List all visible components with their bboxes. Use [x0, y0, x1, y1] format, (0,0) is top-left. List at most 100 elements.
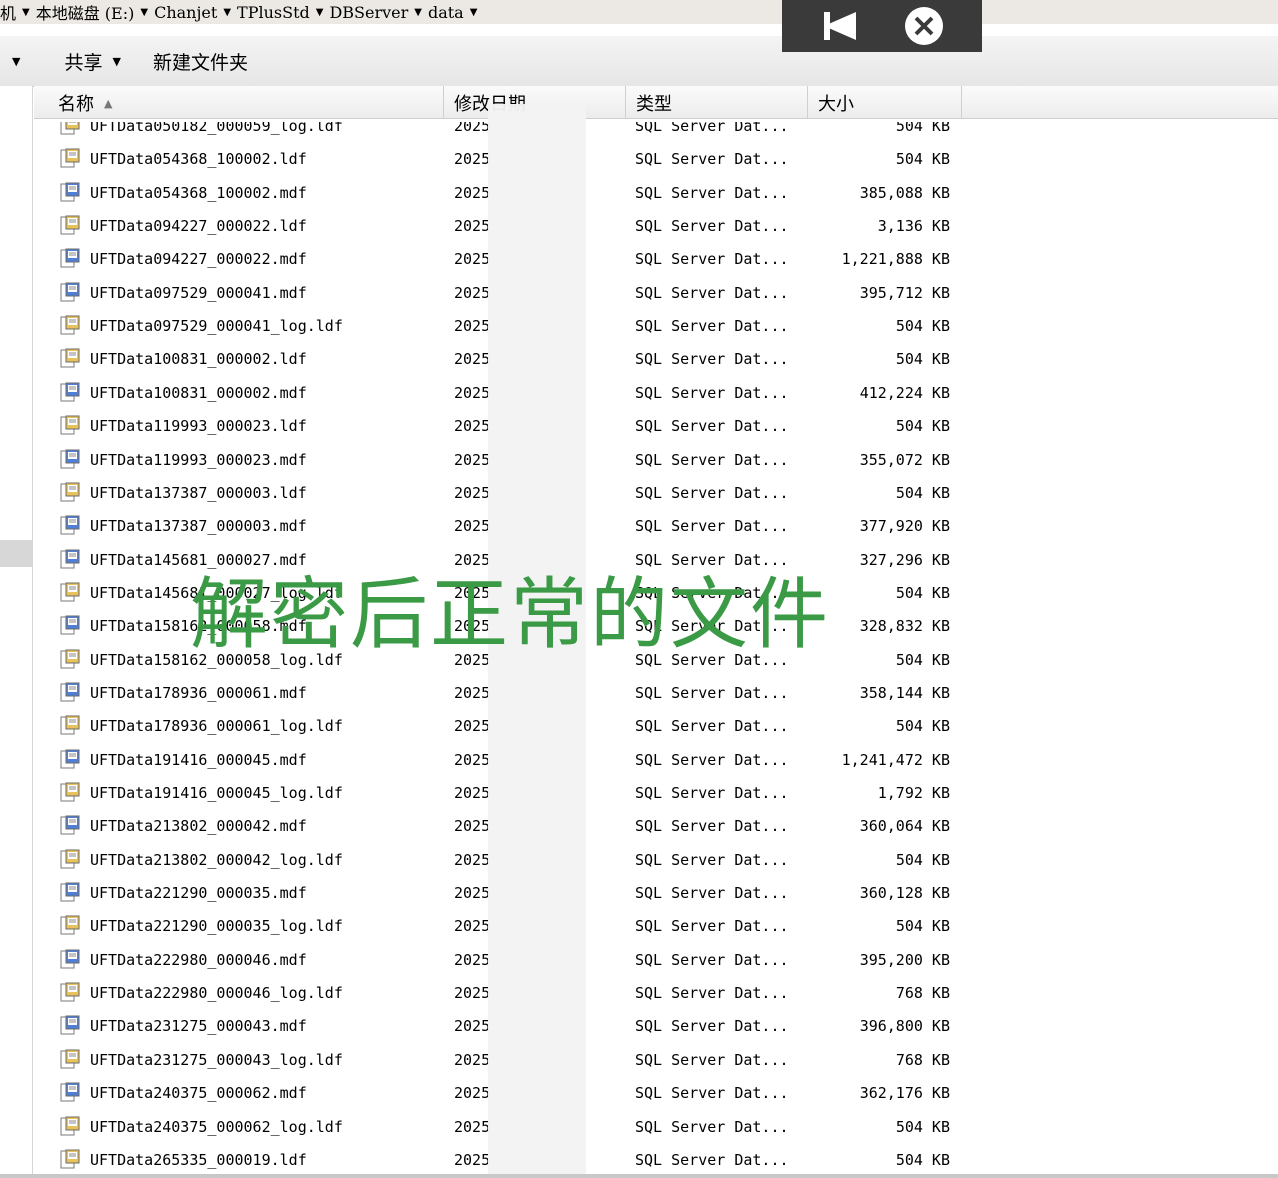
file-type: SQL Server Dat... — [635, 150, 789, 169]
file-size: 385,088 KB — [859, 183, 950, 202]
file-row[interactable]: UFTData240375_000062.mdf 2025 SQL Server D… — [34, 1076, 1278, 1109]
file-type: SQL Server Dat... — [635, 717, 789, 736]
column-header-type[interactable]: 类型 — [626, 86, 808, 118]
file-size: 396,800 KB — [859, 1017, 950, 1036]
breadcrumb-chanjet[interactable]: Chanjet — [154, 3, 217, 22]
file-date: 2025 — [454, 1050, 491, 1069]
nav-selected-item[interactable] — [0, 540, 32, 567]
new-folder-button[interactable]: 新建文件夹 — [139, 43, 262, 79]
file-size: 328,832 KB — [859, 617, 950, 636]
address-bar[interactable]: 机 ▼ 本地磁盘 (E:) ▼ Chanjet ▼ TPlusStd ▼ DBServe… — [0, 0, 1278, 24]
breadcrumb-tplusstd[interactable]: TPlusStd — [237, 3, 310, 22]
database-file-icon — [60, 815, 80, 835]
log-file-icon — [60, 482, 80, 502]
breadcrumb-chevron-icon[interactable]: ▼ — [22, 7, 30, 18]
file-row[interactable]: UFTData094227_000022.ldf 2025 SQL Server D… — [34, 209, 1278, 242]
overlay-controls — [782, 0, 982, 52]
file-row[interactable]: UFTData137387_000003.ldf 2025 SQL Server D… — [34, 476, 1278, 509]
breadcrumb-data[interactable]: data — [428, 3, 464, 22]
file-row[interactable]: UFTData054368_100002.ldf 2025 SQL Server D… — [34, 142, 1278, 175]
file-date: 2025 — [454, 984, 491, 1003]
bottom-divider — [0, 1174, 1278, 1178]
breadcrumb-chevron-icon[interactable]: ▼ — [223, 7, 231, 18]
database-file-icon — [60, 182, 80, 202]
file-row[interactable]: UFTData100831_000002.ldf 2025 SQL Server D… — [34, 342, 1278, 375]
column-header-name[interactable]: 名称 ▲ — [34, 86, 444, 118]
database-file-icon — [60, 282, 80, 302]
file-row[interactable]: UFTData222980_000046.mdf 2025 SQL Server D… — [34, 943, 1278, 976]
file-row[interactable]: UFTData097529_000041.mdf 2025 SQL Server D… — [34, 276, 1278, 309]
file-size: 1,221,888 KB — [841, 250, 950, 269]
file-name: UFTData050182_000059_log.ldf — [90, 122, 343, 135]
file-row[interactable]: UFTData137387_000003.mdf 2025 SQL Server D… — [34, 509, 1278, 542]
breadcrumb-computer[interactable]: 机 — [0, 0, 16, 24]
log-file-icon — [60, 1149, 80, 1169]
file-row[interactable]: UFTData050182_000059_log.ldf 2025 SQL Serv… — [34, 122, 1278, 142]
file-row[interactable]: UFTData265335_000019.ldf 2025 SQL Server D… — [34, 1143, 1278, 1176]
file-row[interactable]: UFTData191416_000045_log.ldf 2025 SQL Serv… — [34, 776, 1278, 809]
file-row[interactable]: UFTData094227_000022.mdf 2025 SQL Server D… — [34, 242, 1278, 275]
file-name: UFTData213802_000042_log.ldf — [90, 850, 343, 869]
file-row[interactable]: UFTData191416_000045.mdf 2025 SQL Server D… — [34, 743, 1278, 776]
breadcrumb-dbserver[interactable]: DBServer — [329, 3, 408, 22]
file-size: 377,920 KB — [859, 517, 950, 536]
file-row[interactable]: UFTData178936_000061_log.ldf 2025 SQL Serv… — [34, 709, 1278, 742]
log-file-icon — [60, 415, 80, 435]
log-file-icon — [60, 782, 80, 802]
file-size: 355,072 KB — [859, 450, 950, 469]
database-file-icon — [60, 949, 80, 969]
file-date: 2025 — [454, 950, 491, 969]
file-name: UFTData222980_000046_log.ldf — [90, 984, 343, 1003]
file-row[interactable]: UFTData213802_000042.mdf 2025 SQL Server D… — [34, 809, 1278, 842]
organize-dropdown[interactable]: ▼ — [0, 43, 34, 79]
breadcrumb-chevron-icon[interactable]: ▼ — [140, 7, 148, 18]
file-name: UFTData265335_000019.ldf — [90, 1150, 307, 1169]
breadcrumb-drive[interactable]: 本地磁盘 (E:) — [36, 0, 135, 24]
file-size: 504 KB — [895, 483, 950, 502]
file-row[interactable]: UFTData054368_100002.mdf 2025 SQL Server D… — [34, 176, 1278, 209]
file-size: 504 KB — [895, 350, 950, 369]
file-size: 504 KB — [895, 417, 950, 436]
file-size: 504 KB — [895, 150, 950, 169]
file-name: UFTData094227_000022.ldf — [90, 217, 307, 236]
file-name: UFTData213802_000042.mdf — [90, 817, 307, 836]
breadcrumb-chevron-icon[interactable]: ▼ — [470, 7, 478, 18]
file-date: 2025 — [454, 450, 491, 469]
breadcrumb-chevron-icon[interactable]: ▼ — [414, 7, 422, 18]
file-date: 2025 — [454, 383, 491, 402]
file-row[interactable]: UFTData100831_000002.mdf 2025 SQL Server D… — [34, 376, 1278, 409]
file-size: 3,136 KB — [877, 217, 950, 236]
file-size: 504 KB — [895, 583, 950, 602]
file-type: SQL Server Dat... — [635, 283, 789, 302]
share-button[interactable]: 共享 ▼ — [50, 43, 134, 79]
file-row[interactable]: UFTData221290_000035.mdf 2025 SQL Server D… — [34, 876, 1278, 909]
file-type: SQL Server Dat... — [635, 1084, 789, 1103]
column-header-size[interactable]: 大小 — [808, 86, 962, 118]
breadcrumb-chevron-icon[interactable]: ▼ — [316, 7, 324, 18]
collapse-arrow-icon[interactable] — [820, 8, 860, 44]
file-name: UFTData137387_000003.mdf — [90, 517, 307, 536]
file-row[interactable]: UFTData097529_000041_log.ldf 2025 SQL Serv… — [34, 309, 1278, 342]
file-row[interactable]: UFTData240375_000062_log.ldf 2025 SQL Serv… — [34, 1110, 1278, 1143]
file-row[interactable]: UFTData178936_000061.mdf 2025 SQL Server D… — [34, 676, 1278, 709]
log-file-icon — [60, 215, 80, 235]
column-name-label: 名称 — [58, 94, 94, 115]
log-file-icon — [60, 122, 80, 135]
file-name: UFTData221290_000035_log.ldf — [90, 917, 343, 936]
file-row[interactable]: UFTData119993_000023.mdf 2025 SQL Server D… — [34, 443, 1278, 476]
file-row[interactable]: UFTData222980_000046_log.ldf 2025 SQL Serv… — [34, 976, 1278, 1009]
database-file-icon — [60, 382, 80, 402]
caption-overlay: 解密后正常的文件 — [190, 570, 831, 660]
file-row[interactable]: UFTData231275_000043.mdf 2025 SQL Server D… — [34, 1009, 1278, 1042]
file-size: 504 KB — [895, 717, 950, 736]
navigation-pane[interactable] — [0, 86, 33, 1178]
file-row[interactable]: UFTData221290_000035_log.ldf 2025 SQL Serv… — [34, 909, 1278, 942]
file-row[interactable]: UFTData231275_000043_log.ldf 2025 SQL Serv… — [34, 1043, 1278, 1076]
file-row[interactable]: UFTData119993_000023.ldf 2025 SQL Server D… — [34, 409, 1278, 442]
close-circle-icon[interactable] — [904, 6, 944, 46]
file-type: SQL Server Dat... — [635, 383, 789, 402]
file-row[interactable]: UFTData213802_000042_log.ldf 2025 SQL Serv… — [34, 843, 1278, 876]
share-label: 共享 — [64, 51, 103, 74]
file-date: 2025 — [454, 1017, 491, 1036]
file-size: 358,144 KB — [859, 683, 950, 702]
